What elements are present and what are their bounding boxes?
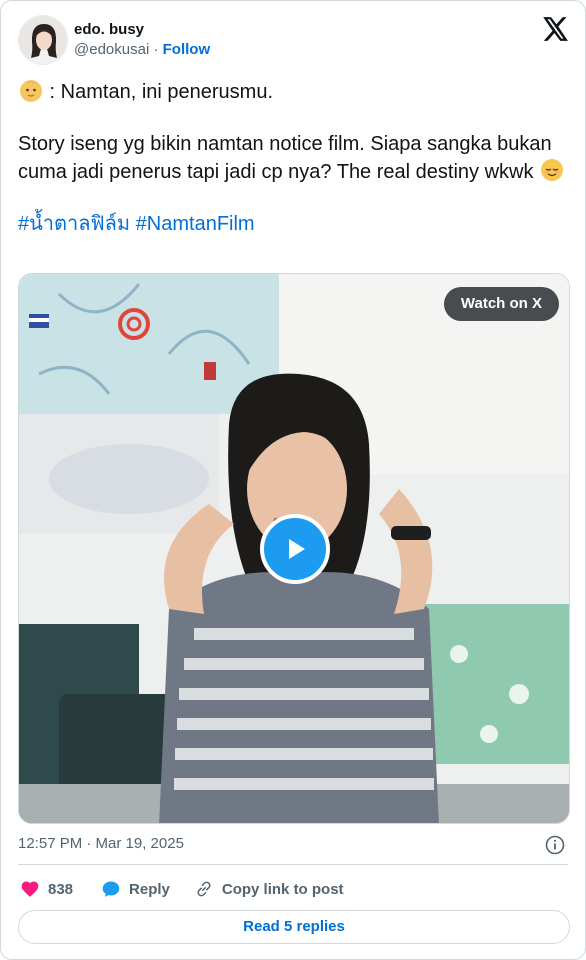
hashtag-link-2[interactable]: #NamtanFilm (136, 213, 255, 235)
author-names: edo. busy @edokusai · Follow (74, 20, 210, 60)
heart-icon (21, 881, 39, 897)
embedded-post-card: edo. busy @edokusai · Follow : Namtan, i… (0, 0, 586, 960)
post-hashtags: #น้ำตาลฟิล์ม #NamtanFilm (18, 211, 567, 237)
author-display-name[interactable]: edo. busy (74, 20, 210, 40)
relieved-face-emoji-icon (541, 159, 564, 181)
copy-link-button[interactable]: Copy link to post (194, 879, 344, 899)
post-header: edo. busy @edokusai · Follow (18, 13, 569, 67)
like-count: 838 (48, 880, 74, 898)
post-actions: 838 Reply Copy link to post (20, 877, 344, 901)
like-button[interactable]: 838 (20, 879, 73, 899)
post-line-1: : Namtan, ini penerusmu. (18, 77, 567, 105)
reply-button[interactable]: Reply (101, 879, 170, 899)
post-line-2: Story iseng yg bikin namtan notice film.… (18, 131, 567, 185)
post-text: : Namtan, ini penerusmu. Story iseng yg … (18, 77, 567, 263)
post-line-2-text: Story iseng yg bikin namtan notice film.… (18, 133, 552, 183)
baby-face-emoji-icon (20, 80, 42, 102)
divider (18, 864, 568, 865)
video-media[interactable]: Watch on X (18, 273, 570, 824)
reply-bubble-icon (102, 881, 120, 897)
info-icon[interactable] (545, 835, 565, 855)
play-button[interactable] (260, 514, 330, 584)
author-handle[interactable]: @edokusai (74, 41, 149, 58)
author-avatar[interactable] (18, 15, 68, 65)
reply-label: Reply (129, 880, 170, 898)
x-logo-icon[interactable] (543, 17, 569, 41)
play-icon (289, 539, 305, 559)
watch-on-x-button[interactable]: Watch on X (443, 287, 559, 321)
handle-separator: · (149, 41, 163, 58)
follow-button[interactable]: Follow (163, 41, 211, 58)
copy-link-label: Copy link to post (221, 880, 344, 898)
link-icon (197, 881, 211, 897)
post-line-1-text: : Namtan, ini penerusmu. (44, 81, 273, 103)
author-handle-row: @edokusai · Follow (74, 40, 210, 60)
read-replies-button[interactable]: Read 5 replies (18, 910, 570, 944)
post-timestamp[interactable]: 12:57 PM · Mar 19, 2025 (18, 834, 184, 854)
hashtag-link-1[interactable]: #น้ำตาลฟิล์ม (18, 213, 130, 235)
